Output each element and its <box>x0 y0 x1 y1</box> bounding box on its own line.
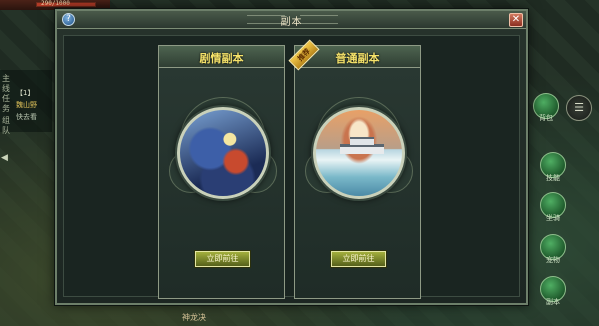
hp-text: 290/1000 <box>41 0 70 7</box>
mount-label: 坐骑 <box>546 214 560 222</box>
hp-bar: 290/1000 <box>36 0 96 7</box>
close-button[interactable]: ✕ <box>509 13 523 27</box>
dialog-title: 副本 <box>280 17 303 28</box>
bag-label: 背包 <box>539 114 553 122</box>
dialog-body <box>63 35 520 297</box>
quest-line-2[interactable]: 魏山野 <box>16 100 37 110</box>
normal-dungeon-image <box>313 107 405 199</box>
tab-task[interactable]: 任务 <box>2 94 12 114</box>
skill-label: 技能 <box>546 174 560 182</box>
story-dungeon-frame <box>169 97 277 221</box>
normal-enter-button[interactable]: 立即前往 <box>331 251 386 267</box>
collapse-arrow-icon[interactable]: ◀ <box>1 153 8 163</box>
tab-team[interactable]: 组队 <box>2 116 12 136</box>
quest-line-3: 快去看 <box>16 113 37 121</box>
story-dungeon-card[interactable]: 剧情副本 立即前往 <box>158 45 285 299</box>
story-enter-button[interactable]: 立即前往 <box>195 251 250 267</box>
dialog-title-bar: 副本 ? ✕ <box>57 11 526 29</box>
normal-dungeon-card[interactable]: 普通副本 立即前往 推荐 <box>288 39 421 299</box>
menu-toggle-button[interactable]: ☰ <box>566 95 592 121</box>
dungeon-dialog: 副本 ? ✕ 剧情副本 立即前往 普通副本 立即前往 推荐 <box>55 9 528 305</box>
story-dungeon-image <box>177 107 269 199</box>
quest-tracker[interactable]: 主线 任务 组队 【1】 魏山野 快去看 ◀ <box>0 70 52 163</box>
dungeon-label: 副本 <box>546 298 560 306</box>
normal-dungeon-frame <box>305 97 413 221</box>
quest-line-1: 【1】 <box>16 89 35 97</box>
temple-icon <box>340 137 384 154</box>
pet-label: 宠物 <box>546 256 560 264</box>
bottom-skill-label: 神龙决 <box>182 313 206 322</box>
card-header: 剧情副本 <box>159 46 284 68</box>
help-button[interactable]: ? <box>62 13 75 26</box>
tab-quest[interactable]: 主线 <box>2 74 12 94</box>
story-dungeon-title: 剧情副本 <box>199 52 244 65</box>
